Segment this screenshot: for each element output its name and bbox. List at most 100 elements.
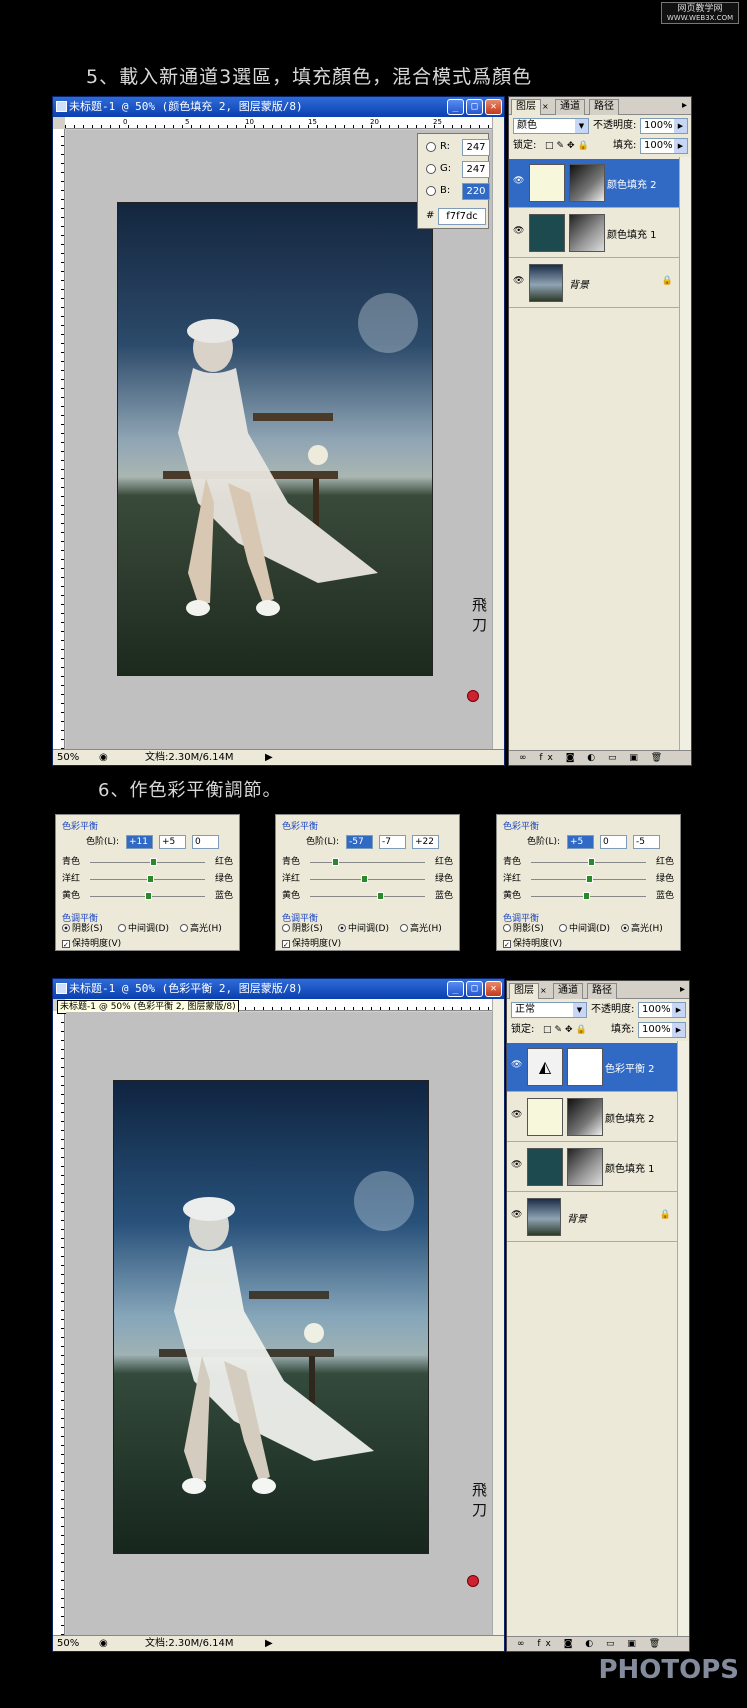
radio-midtones[interactable]: 中间调(D)	[118, 923, 169, 935]
slider-knob[interactable]	[585, 875, 593, 883]
radio-shadows[interactable]: 阴影(S)	[503, 923, 544, 935]
tab-layers[interactable]: 图层	[509, 983, 539, 999]
slider-track[interactable]	[310, 862, 425, 863]
slider-left-label: 黄色	[282, 891, 301, 901]
g-value[interactable]: 247	[462, 161, 490, 178]
level-input-2[interactable]: +5	[159, 835, 186, 849]
close-button[interactable]: ✕	[485, 981, 502, 997]
checkmark-icon: ✓	[282, 940, 290, 949]
minimize-button[interactable]: _	[447, 99, 464, 115]
blend-mode-select[interactable]: 颜色 ▼	[513, 118, 589, 134]
color-balance-dialog-1[interactable]: 色彩平衡 色阶(L): +11 +5 0 青色 红色 洋红 绿色 黄色 蓝色 色调平衡 阴影(S) 中间调…	[55, 814, 240, 951]
slider-knob[interactable]	[332, 858, 340, 866]
eye-icon[interactable]: 👁	[511, 1160, 523, 1170]
radio-midtones[interactable]: 中间调(D)	[338, 923, 389, 935]
canvas-area[interactable]: 飛 刀	[66, 1012, 492, 1635]
slider-left-label: 洋红	[282, 874, 301, 884]
minimize-button[interactable]: _	[447, 981, 464, 997]
level-input-1[interactable]: -57	[346, 835, 373, 849]
photoshop-doc-icon	[56, 101, 67, 112]
b-value[interactable]: 220	[462, 183, 490, 200]
level-input-1[interactable]: +11	[126, 835, 153, 849]
preserve-luminosity-checkbox[interactable]: ✓ 保持明度(V)	[282, 936, 341, 949]
status-menu-arrow-icon[interactable]: ▶	[265, 1636, 273, 1651]
opacity-input[interactable]: 100% ▶	[638, 1002, 686, 1018]
document-title-bar[interactable]: 未标题-1 @ 50% (色彩平衡 2, 图层蒙版/8) _ □ ✕	[53, 979, 504, 999]
zoom-level[interactable]: 50%	[57, 750, 79, 765]
layer-row[interactable]: 👁 背景 🔒	[509, 259, 679, 308]
radio-highlights[interactable]: 高光(H)	[180, 923, 222, 935]
radio-midtones[interactable]: 中间调(D)	[559, 923, 610, 935]
slider-knob[interactable]	[150, 858, 158, 866]
document-title-bar[interactable]: 未标题-1 @ 50% (颜色填充 2, 图层蒙版/8) _ □ ✕	[53, 97, 504, 117]
slider-right-label: 蓝色	[214, 891, 233, 901]
maximize-button[interactable]: □	[466, 981, 483, 997]
layer-row[interactable]: 👁 颜色填充 2	[509, 159, 679, 208]
slider-track[interactable]	[310, 896, 425, 897]
zoom-level[interactable]: 50%	[57, 1636, 79, 1651]
slider-knob[interactable]	[361, 875, 369, 883]
tab-channels[interactable]: 通道	[555, 99, 585, 115]
slider-knob[interactable]	[144, 892, 152, 900]
eye-icon[interactable]: 👁	[513, 276, 525, 286]
fill-input[interactable]: 100% ▶	[640, 138, 688, 154]
layer-actions-bar[interactable]: ∞ fx ◙ ◐ ▭ ▣ 🗑	[509, 750, 691, 765]
color-balance-dialog-3[interactable]: 色彩平衡 色阶(L): +5 0 -5 青色 红色 洋红 绿色 黄色 蓝色 色调平衡 阴影(S) 中间调(…	[496, 814, 681, 951]
blend-mode-select[interactable]: 正常 ▼	[511, 1002, 587, 1018]
layer-row[interactable]: 👁 颜色填充 2	[507, 1093, 677, 1142]
level-input-3[interactable]: +22	[412, 835, 439, 849]
close-button[interactable]: ✕	[485, 99, 502, 115]
opacity-input[interactable]: 100% ▶	[640, 118, 688, 134]
preserve-luminosity-checkbox[interactable]: ✓ 保持明度(V)	[62, 936, 121, 949]
vertical-scrollbar[interactable]	[492, 117, 504, 749]
document-window-1[interactable]: 未标题-1 @ 50% (颜色填充 2, 图层蒙版/8) _ □ ✕ 0 5 1…	[52, 96, 505, 766]
lock-icons[interactable]: □✎✥🔒	[543, 1023, 590, 1037]
fill-input[interactable]: 100% ▶	[638, 1022, 686, 1038]
eye-icon[interactable]: 👁	[511, 1060, 523, 1070]
color-balance-dialog-2[interactable]: 色彩平衡 色阶(L): -57 -7 +22 青色 红色 洋红 绿色 黄色 蓝色 色调平衡 阴影(S) 中…	[275, 814, 460, 951]
tab-channels[interactable]: 通道	[553, 983, 583, 999]
layer-row[interactable]: 👁 颜色填充 1	[507, 1143, 677, 1192]
level-input-2[interactable]: 0	[600, 835, 627, 849]
layer-row[interactable]: 👁 ◭ 色彩平衡 2	[507, 1043, 677, 1092]
radio-highlights[interactable]: 高光(H)	[621, 923, 663, 935]
layer-row[interactable]: 👁 颜色填充 1	[509, 209, 679, 258]
vertical-scrollbar[interactable]	[492, 999, 504, 1635]
slider-knob[interactable]	[146, 875, 154, 883]
balance-slider-row: 洋红 绿色	[282, 872, 453, 886]
layer-row[interactable]: 👁 背景 🔒	[507, 1193, 677, 1242]
tab-layers[interactable]: 图层	[511, 99, 541, 115]
slider-track[interactable]	[90, 862, 205, 863]
eye-icon[interactable]: 👁	[511, 1110, 523, 1120]
level-input-3[interactable]: -5	[633, 835, 660, 849]
document-window-2[interactable]: 未标题-1 @ 50% (色彩平衡 2, 图层蒙版/8) _ □ ✕ 未标题-1…	[52, 978, 505, 1652]
preserve-luminosity-checkbox[interactable]: ✓ 保持明度(V)	[503, 936, 562, 949]
panel-menu-icon[interactable]: ▸	[680, 983, 685, 997]
slider-knob[interactable]	[587, 858, 595, 866]
panel-scrollbar[interactable]	[679, 157, 691, 750]
tab-close-icon[interactable]: ×	[540, 984, 547, 998]
level-input-2[interactable]: -7	[379, 835, 406, 849]
radio-shadows[interactable]: 阴影(S)	[282, 923, 323, 935]
radio-highlights[interactable]: 高光(H)	[400, 923, 442, 935]
tab-paths[interactable]: 路径	[587, 983, 617, 999]
status-menu-arrow-icon[interactable]: ▶	[265, 750, 273, 765]
lock-icons[interactable]: □✎✥🔒	[545, 139, 592, 153]
radio-shadows[interactable]: 阴影(S)	[62, 923, 103, 935]
hex-value[interactable]: f7f7dc	[438, 208, 486, 225]
panel-scrollbar[interactable]	[677, 1041, 689, 1636]
slider-knob[interactable]	[377, 892, 385, 900]
level-input-1[interactable]: +5	[567, 835, 594, 849]
r-value[interactable]: 247	[462, 139, 490, 156]
eye-icon[interactable]: 👁	[513, 176, 525, 186]
maximize-button[interactable]: □	[466, 99, 483, 115]
eye-icon[interactable]: 👁	[511, 1210, 523, 1220]
tab-close-icon[interactable]: ×	[542, 100, 549, 114]
panel-menu-icon[interactable]: ▸	[682, 99, 687, 113]
level-input-3[interactable]: 0	[192, 835, 219, 849]
tab-paths[interactable]: 路径	[589, 99, 619, 115]
eye-icon[interactable]: 👁	[513, 226, 525, 236]
r-label: R:	[440, 141, 451, 152]
layer-mask-thumb	[567, 1148, 603, 1186]
slider-knob[interactable]	[583, 892, 591, 900]
